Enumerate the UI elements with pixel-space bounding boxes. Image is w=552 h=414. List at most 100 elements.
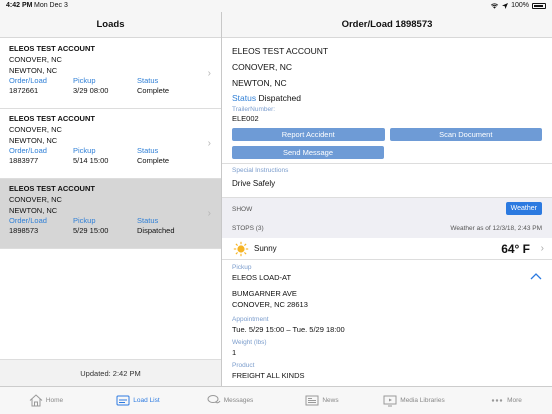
- order-label: Order/Load: [9, 216, 47, 225]
- detail-status: Status Dispatched: [232, 91, 542, 105]
- tab-more[interactable]: More: [460, 387, 552, 414]
- status-time: 4:42 PM: [6, 2, 33, 9]
- weather-timestamp: Weather as of 12/3/18, 2:43 PM: [450, 225, 542, 232]
- scan-document-button[interactable]: Scan Document: [389, 128, 542, 141]
- status-label: Status: [137, 216, 159, 225]
- status-value: Complete: [137, 86, 170, 95]
- pickup-label: Pickup: [73, 216, 96, 225]
- show-label: SHOW: [232, 206, 253, 213]
- tab-label: Media Libraries: [400, 397, 445, 404]
- weather-button[interactable]: Weather: [505, 202, 542, 215]
- trailer-value: ELE002: [232, 114, 259, 123]
- load-list-item[interactable]: ELEOS TEST ACCOUNT CONOVER, NC NEWTON, N…: [0, 109, 221, 179]
- order-value: 1872661: [9, 86, 39, 95]
- detail-summary: ELEOS TEST ACCOUNT CONOVER, NC NEWTON, N…: [222, 39, 552, 163]
- order-value: 1898573: [9, 226, 39, 235]
- loads-title: Loads: [96, 19, 125, 30]
- load-account: ELEOS TEST ACCOUNT: [9, 114, 95, 123]
- tab-label: Load List: [133, 397, 160, 404]
- load-city: NEWTON, NC: [9, 136, 58, 145]
- tab-messages[interactable]: Messages: [184, 387, 276, 414]
- chevron-right-icon: ›: [207, 208, 211, 219]
- order-label: Order/Load: [9, 146, 47, 155]
- battery-icon: [532, 2, 546, 9]
- tab-label: Home: [45, 397, 64, 404]
- status-bar: 4:42 PM Mon Dec 3 100%: [0, 0, 552, 12]
- detail-title: Order/Load 1898573: [341, 19, 433, 30]
- load-city: NEWTON, NC: [9, 66, 58, 75]
- product-value: FREIGHT ALL KINDS: [232, 371, 305, 380]
- tab-home[interactable]: Home: [0, 387, 92, 414]
- product-label: Product: [232, 362, 255, 369]
- tab-media-libraries[interactable]: Media Libraries: [368, 387, 460, 414]
- stop-street: BUMGARNER AVE: [232, 289, 297, 298]
- detail-status-label: Status: [232, 93, 257, 103]
- order-label: Order/Load: [9, 76, 47, 85]
- pickup-value: 5/14 15:00: [73, 156, 109, 165]
- sun-icon: [233, 241, 249, 257]
- status-label: Status: [137, 76, 159, 85]
- load-list-item-selected[interactable]: ELEOS TEST ACCOUNT CONOVER, NC NEWTON, N…: [0, 179, 221, 249]
- tab-label: News: [322, 397, 339, 404]
- pickup-label: Pickup: [73, 76, 96, 85]
- status-value: Complete: [137, 156, 170, 165]
- show-row: SHOW Weather: [222, 197, 552, 221]
- more-icon: [491, 399, 503, 402]
- special-instructions: Special Instructions Drive Safely: [222, 163, 552, 197]
- load-account: ELEOS TEST ACCOUNT: [9, 184, 95, 193]
- detail-status-value: Dispatched: [258, 93, 302, 103]
- tab-label: Messages: [223, 397, 254, 404]
- load-list-item[interactable]: ELEOS TEST ACCOUNT CONOVER, NC NEWTON, N…: [0, 39, 221, 109]
- stop-name: ELEOS LOAD-AT: [232, 273, 292, 282]
- load-city: CONOVER, NC: [9, 125, 62, 134]
- pickup-label: Pickup: [73, 146, 96, 155]
- load-list: ELEOS TEST ACCOUNT CONOVER, NC NEWTON, N…: [0, 39, 221, 249]
- load-account: ELEOS TEST ACCOUNT: [9, 44, 95, 53]
- stops-row: STOPS (3) Weather as of 12/3/18, 2:43 PM: [222, 221, 552, 238]
- location-icon: [502, 2, 509, 9]
- news-icon: [305, 395, 319, 406]
- status-date: Mon Dec 3: [34, 2, 68, 9]
- tab-bar: Home Load List Messages News Media Libra…: [0, 386, 552, 414]
- detail-city: NEWTON, NC: [232, 78, 287, 88]
- load-city: CONOVER, NC: [9, 195, 62, 204]
- tab-load-list[interactable]: Load List: [92, 387, 184, 414]
- chevron-right-icon: ›: [207, 138, 211, 149]
- home-icon: [29, 394, 43, 407]
- stop-type-label: Pickup: [232, 264, 252, 271]
- detail-account: ELEOS TEST ACCOUNT: [232, 46, 329, 56]
- pickup-value: 5/29 15:00: [73, 226, 109, 235]
- report-accident-button[interactable]: Report Accident: [232, 128, 385, 141]
- battery-percent: 100%: [511, 2, 529, 9]
- status-right: 100%: [490, 2, 546, 9]
- chevron-up-icon[interactable]: [530, 272, 542, 280]
- updated-footer: Updated: 2:42 PM: [0, 359, 221, 386]
- messages-icon: [207, 395, 221, 404]
- truck-icon: [116, 395, 130, 406]
- appointment-value: Tue. 5/29 15:00 – Tue. 5/29 18:00: [232, 325, 345, 334]
- tab-news[interactable]: News: [276, 387, 368, 414]
- send-message-button[interactable]: Send Message: [232, 146, 384, 159]
- special-label: Special Instructions: [232, 167, 289, 174]
- tab-label: More: [507, 397, 522, 404]
- weight-label: Weight (lbs): [232, 339, 267, 346]
- chevron-right-icon: ›: [540, 243, 544, 254]
- status-value: Dispatched: [137, 226, 175, 235]
- weather-temperature: 64° F: [501, 242, 530, 256]
- weight-value: 1: [232, 348, 237, 357]
- weather-row[interactable]: Sunny 64° F ›: [222, 238, 552, 260]
- stops-label: STOPS (3): [232, 225, 264, 232]
- load-city: NEWTON, NC: [9, 206, 58, 215]
- load-detail: ELEOS TEST ACCOUNT CONOVER, NC NEWTON, N…: [222, 39, 552, 386]
- status-label: Status: [137, 146, 159, 155]
- stop-city: CONOVER, NC 28613: [232, 300, 308, 309]
- detail-city: CONOVER, NC: [232, 62, 292, 72]
- detail-header: Order/Load 1898573: [222, 12, 552, 38]
- wifi-icon: [490, 3, 499, 9]
- trailer-label: TrailerNumber:: [232, 106, 276, 113]
- special-value: Drive Safely: [232, 179, 276, 188]
- stop-card[interactable]: Pickup ELEOS LOAD-AT BUMGARNER AVE CONOV…: [222, 260, 552, 384]
- weather-condition: Sunny: [254, 244, 277, 253]
- loads-header: Loads: [0, 12, 221, 38]
- chevron-right-icon: ›: [207, 68, 211, 79]
